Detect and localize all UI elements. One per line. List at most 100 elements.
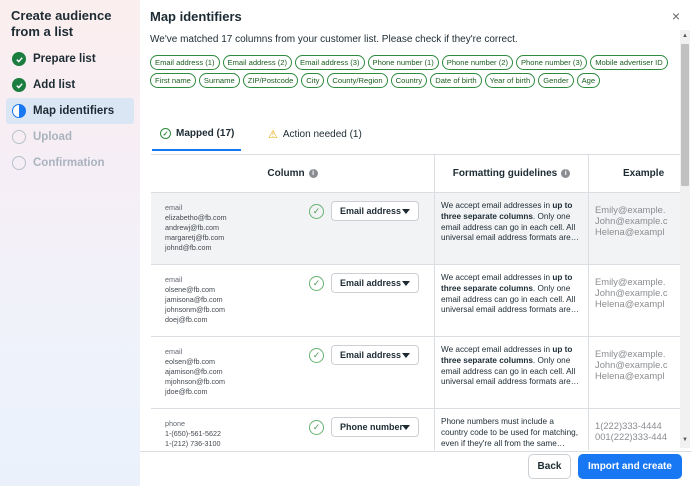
step-prepare-list[interactable]: Prepare list [6, 46, 134, 72]
sample-value: jamisona@fb.com [165, 295, 223, 304]
column-cell: email olsene@fb.com jamisona@fb.com john… [151, 265, 435, 336]
tab-action-needed[interactable]: ⚠ Action needed (1) [268, 128, 362, 141]
sample-values: email elizabetho@fb.com andrewj@fb.com m… [165, 203, 227, 253]
example-header: Example [589, 155, 683, 192]
empty-circle-icon [12, 156, 26, 170]
caret-down-icon [402, 353, 410, 358]
identifier-pill: Email address (3) [295, 55, 365, 70]
step-label: Prepare list [33, 53, 96, 65]
example-cell: 1(222)333-4444 001(222)333-444 [589, 409, 683, 450]
identifier-pill: ZIP/Postcode [242, 73, 299, 88]
identifier-dropdown[interactable]: Email address [331, 201, 419, 221]
guidelines-header-label: Formatting guidelines [452, 168, 558, 179]
sample-value: johnsonm@fb.com [165, 305, 226, 314]
step-label: Map identifiers [33, 105, 115, 117]
identifier-pill: Country [390, 73, 428, 88]
sample-value: elizabetho@fb.com [165, 213, 227, 222]
table-row: email eolsen@fb.com ajamison@fb.com mjoh… [151, 337, 683, 409]
example-value: Emily@example. [595, 348, 666, 359]
identifier-pill: Mobile advertiser ID [590, 55, 668, 70]
import-and-create-button[interactable]: Import and create [578, 454, 682, 479]
dropdown-value: Email address [340, 206, 402, 216]
identifier-pill: Phone number (3) [515, 55, 588, 70]
back-button[interactable]: Back [528, 454, 571, 479]
check-circle-icon: ✓ [309, 420, 324, 435]
example-value: Emily@example. [595, 204, 666, 215]
sample-value: johnd@fb.com [165, 243, 212, 252]
step-label: Confirmation [33, 157, 105, 169]
table-row: email olsene@fb.com jamisona@fb.com john… [151, 265, 683, 337]
identifier-pill: Date of birth [430, 73, 482, 88]
guideline-text: We accept email addresses in [441, 345, 553, 354]
sample-values: email olsene@fb.com jamisona@fb.com john… [165, 275, 225, 325]
half-circle-icon [12, 104, 26, 118]
tab-mapped[interactable]: ✓ Mapped (17) [160, 128, 234, 139]
identifier-pill: Phone number (2) [441, 55, 513, 70]
footer: Back Import and create [140, 451, 691, 486]
warning-icon: ⚠ [268, 129, 278, 141]
step-add-list[interactable]: Add list [6, 72, 134, 98]
check-icon [12, 78, 26, 92]
example-value: John@example.c [595, 287, 668, 298]
identifier-pill: Email address (2) [222, 55, 293, 70]
example-cell: Emily@example. John@example.c Helena@exa… [589, 193, 683, 264]
identifier-pill: Phone number (1) [367, 55, 439, 70]
column-cell: email elizabetho@fb.com andrewj@fb.com m… [151, 193, 435, 264]
step-label: Upload [33, 131, 72, 143]
sidebar-title: Create audience from a list [11, 8, 112, 39]
sample-values: phone 1-(650)-561-5622 1-(212) 736-3100 [165, 419, 221, 449]
example-header-label: Example [623, 168, 665, 179]
match-summary: We've matched 17 columns from your custo… [150, 34, 518, 45]
scroll-down-icon[interactable]: ▼ [680, 436, 690, 444]
guidelines-cell: Phone numbers must include a country cod… [435, 409, 589, 450]
example-value: John@example.c [595, 215, 668, 226]
identifier-pill: Year of birth [484, 73, 536, 88]
guideline-text: We accept email addresses in [441, 273, 553, 282]
dropdown-value: Phone number [340, 422, 404, 432]
check-circle-icon: ✓ [309, 204, 324, 219]
identifier-pill: First name [150, 73, 196, 88]
identifier-dropdown[interactable]: Email address [331, 345, 419, 365]
info-icon[interactable]: i [561, 169, 571, 178]
check-circle-icon: ✓ [309, 276, 324, 291]
guideline-text: Phone numbers must include a country cod… [441, 417, 578, 448]
sample-value: doej@fb.com [165, 315, 208, 324]
guidelines-cell: We accept email addresses in up to three… [435, 265, 589, 336]
table-header: Column i Formatting guidelines i Example [151, 155, 683, 193]
guidelines-header: Formatting guidelines i [435, 155, 589, 192]
example-value: Helena@exampl [595, 370, 665, 381]
mapping-table: Column i Formatting guidelines i Example… [151, 154, 683, 450]
tab-bar: ✓ Mapped (17) ⚠ Action needed (1) [152, 122, 672, 152]
info-icon[interactable]: i [308, 169, 318, 178]
step-map-identifiers[interactable]: Map identifiers [6, 98, 134, 124]
identifier-pill: Gender [538, 73, 574, 88]
dropdown-value: Email address [340, 350, 402, 360]
step-label: Add list [33, 79, 76, 91]
sample-value: ajamison@fb.com [165, 367, 223, 376]
step-confirmation: Confirmation [6, 150, 134, 176]
identifier-pill: Age [576, 73, 601, 88]
tab-label: Mapped (17) [176, 128, 235, 139]
vertical-scrollbar[interactable]: ▲ ▼ [680, 30, 690, 448]
sample-value: andrewj@fb.com [165, 223, 220, 232]
example-cell: Emily@example. John@example.c Helena@exa… [589, 337, 683, 408]
scroll-up-icon[interactable]: ▲ [680, 32, 690, 40]
identifier-pill: Surname [198, 73, 240, 88]
identifier-pill: Email address (1) [150, 55, 220, 70]
identifier-dropdown[interactable]: Email address [331, 273, 419, 293]
example-value: Helena@exampl [595, 226, 665, 237]
column-cell: phone 1-(650)-561-5622 1-(212) 736-3100 … [151, 409, 435, 450]
guidelines-cell: We accept email addresses in up to three… [435, 193, 589, 264]
sample-value: 1-(212) 736-3100 [165, 439, 221, 448]
sample-value: jdoe@fb.com [165, 387, 208, 396]
guideline-text: We accept email addresses in [441, 201, 553, 210]
identifier-pills: Email address (1) Email address (2) Emai… [150, 55, 680, 88]
sidebar: Create audience from a list Prepare list… [0, 0, 140, 486]
active-tab-indicator [152, 149, 241, 151]
identifier-dropdown[interactable]: Phone number [331, 417, 419, 437]
scrollbar-thumb[interactable] [681, 44, 689, 186]
column-name: email [165, 275, 183, 284]
close-icon[interactable]: × [672, 8, 680, 24]
example-value: 001(222)333-444 [595, 431, 667, 442]
check-circle-icon: ✓ [160, 128, 171, 139]
